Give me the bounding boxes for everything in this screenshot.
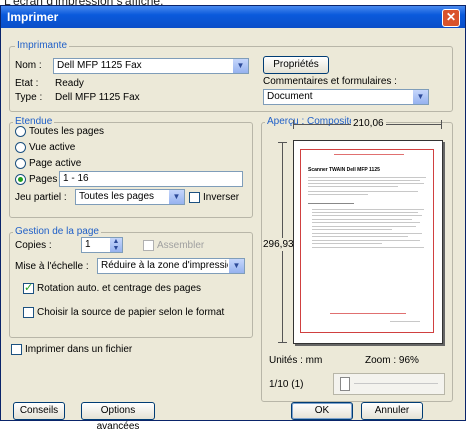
chevron-down-icon[interactable]: ▼	[228, 259, 244, 273]
pages-label: Pages	[29, 174, 58, 185]
doc-text-line	[308, 191, 418, 192]
subset-select[interactable]: Toutes les pages ▼	[75, 189, 185, 205]
doc-text-line	[308, 186, 398, 187]
copies-input[interactable]: 1 ▲ ▼	[81, 237, 123, 253]
collate-label: Assembler	[157, 240, 205, 251]
page-indicator: 1/10 (1)	[269, 379, 304, 390]
height-dimension-tick-bottom	[278, 342, 287, 343]
current-view-label: Vue active	[29, 142, 76, 153]
zoom-label: Zoom : 96%	[365, 355, 419, 366]
scaling-value: Réduire à la zone d'impression	[101, 260, 238, 271]
doc-footer-line	[330, 313, 406, 314]
doc-text-line	[312, 226, 416, 227]
printer-name-value: Dell MFP 1125 Fax	[57, 60, 142, 71]
printer-name-select[interactable]: Dell MFP 1125 Fax ▼	[53, 58, 249, 74]
chevron-down-icon[interactable]: ▼	[412, 90, 428, 104]
print-dialog: Imprimer ✕ Imprimante Nom : Dell MFP 112…	[0, 5, 466, 432]
advice-button[interactable]: Conseils	[13, 402, 65, 420]
printer-name-label: Nom :	[15, 60, 42, 71]
chevron-down-icon[interactable]: ▼	[168, 190, 184, 204]
scaling-label: Mise à l'échelle :	[15, 261, 89, 272]
window-title: Imprimer	[7, 10, 59, 24]
doc-header-line	[334, 154, 404, 155]
collate-checkbox[interactable]	[143, 240, 154, 251]
preview-title: Aperçu : Composite	[265, 116, 357, 127]
properties-button[interactable]: Propriétés	[263, 56, 329, 74]
close-icon: ✕	[445, 10, 457, 24]
printer-group-title: Imprimante	[15, 40, 70, 51]
scaling-select[interactable]: Réduire à la zone d'impression ▼	[97, 258, 245, 274]
pages-radio[interactable]	[15, 174, 26, 185]
doc-text-line	[308, 183, 424, 184]
doc-text-line	[312, 222, 420, 223]
doc-subheading-line	[308, 203, 354, 204]
page-slider-track	[354, 383, 438, 384]
doc-text-line	[312, 219, 412, 220]
current-view-radio[interactable]	[15, 142, 26, 153]
autorotate-checkbox[interactable]	[23, 281, 34, 294]
doc-text-line	[312, 240, 420, 241]
doc-footer-text-line	[390, 321, 420, 322]
doc-text-line	[312, 247, 424, 248]
pages-input[interactable]: 1 - 16	[59, 171, 243, 187]
doc-text-line	[312, 236, 408, 237]
doc-text-line	[312, 215, 422, 216]
page-handling-group-title: Gestion de la page	[13, 226, 101, 237]
height-dimension-tick-top	[278, 142, 287, 143]
doc-text-line	[308, 180, 420, 181]
page-preview: Scanner TWAIN Dell MFP 1125	[293, 140, 443, 344]
printer-status-label: Etat :	[15, 78, 39, 89]
print-to-file-label: Imprimer dans un fichier	[25, 344, 133, 355]
width-dimension-tick-left	[293, 120, 294, 129]
subset-value: Toutes les pages	[79, 191, 155, 202]
spin-up-icon[interactable]: ▲	[110, 238, 122, 245]
doc-text-line	[312, 209, 424, 210]
page-slider-thumb[interactable]	[340, 377, 350, 391]
doc-text-line	[312, 229, 392, 230]
current-page-label: Page active	[29, 158, 82, 169]
reverse-label: Inverser	[203, 192, 240, 203]
copies-label: Copies :	[15, 240, 52, 251]
printer-status-value: Ready	[55, 78, 84, 89]
width-dimension-tick-right	[441, 120, 442, 129]
advanced-options-button[interactable]: Options avancées	[81, 402, 155, 432]
copies-stepper[interactable]: ▲ ▼	[110, 238, 122, 252]
page-slider[interactable]	[333, 373, 445, 395]
all-pages-label: Toutes les pages	[29, 126, 105, 137]
height-dimension-value: 296,93	[263, 238, 294, 251]
close-button[interactable]: ✕	[442, 9, 460, 27]
width-dimension-value: 210,06	[351, 118, 386, 129]
comments-label: Commentaires et formulaires :	[263, 76, 397, 87]
doc-text-line	[312, 212, 418, 213]
print-to-file-checkbox[interactable]	[11, 344, 22, 355]
paper-source-checkbox[interactable]	[23, 307, 34, 318]
printer-type-label: Type :	[15, 92, 43, 103]
printer-type-value: Dell MFP 1125 Fax	[55, 92, 140, 103]
current-page-radio[interactable]	[15, 158, 26, 169]
cancel-button[interactable]: Annuler	[361, 402, 423, 420]
copies-value: 1	[85, 239, 91, 250]
chevron-down-icon[interactable]: ▼	[232, 59, 248, 73]
comments-select[interactable]: Document ▼	[263, 89, 429, 105]
ok-button[interactable]: OK	[291, 402, 353, 420]
reverse-checkbox[interactable]	[189, 192, 200, 203]
doc-text-line	[308, 194, 368, 195]
paper-source-label: Choisir la source de papier selon le for…	[37, 307, 225, 318]
all-pages-radio[interactable]	[15, 126, 26, 137]
doc-text-line	[312, 243, 382, 244]
units-label: Unités : mm	[269, 355, 323, 366]
doc-heading: Scanner TWAIN Dell MFP 1125	[308, 167, 380, 173]
title-bar: Imprimer ✕	[1, 6, 465, 28]
doc-text-line	[312, 233, 422, 234]
comments-value: Document	[267, 91, 313, 102]
autorotate-label: Rotation auto. et centrage des pages	[37, 283, 202, 294]
subset-label: Jeu partiel :	[15, 192, 67, 203]
doc-text-line	[308, 177, 426, 178]
spin-down-icon[interactable]: ▼	[110, 245, 122, 252]
